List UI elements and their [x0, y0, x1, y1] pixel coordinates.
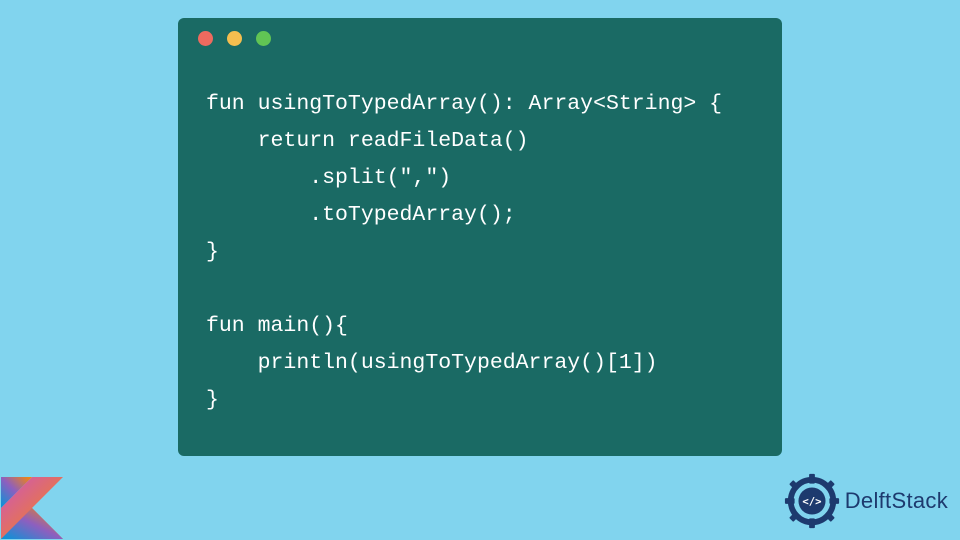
kotlin-logo-icon: [1, 477, 63, 539]
code-line: fun main(){: [206, 314, 348, 338]
code-line: println(usingToTypedArray()[1]): [206, 351, 658, 375]
close-icon: [198, 31, 213, 46]
window-titlebar: [178, 18, 782, 58]
code-window: fun usingToTypedArray(): Array<String> {…: [178, 18, 782, 456]
svg-text:</>: </>: [802, 495, 821, 508]
code-line: return readFileData(): [206, 129, 529, 153]
code-line: }: [206, 388, 219, 412]
code-line: .split(","): [206, 166, 451, 190]
code-line: .toTypedArray();: [206, 203, 516, 227]
code-line: fun usingToTypedArray(): Array<String> {: [206, 92, 722, 116]
code-line: }: [206, 240, 219, 264]
code-block: fun usingToTypedArray(): Array<String> {…: [178, 58, 782, 439]
zoom-icon: [256, 31, 271, 46]
minimize-icon: [227, 31, 242, 46]
gear-icon: </>: [783, 472, 841, 530]
delftstack-logo: </> DelftStack: [783, 472, 948, 530]
delftstack-label: DelftStack: [845, 488, 948, 514]
